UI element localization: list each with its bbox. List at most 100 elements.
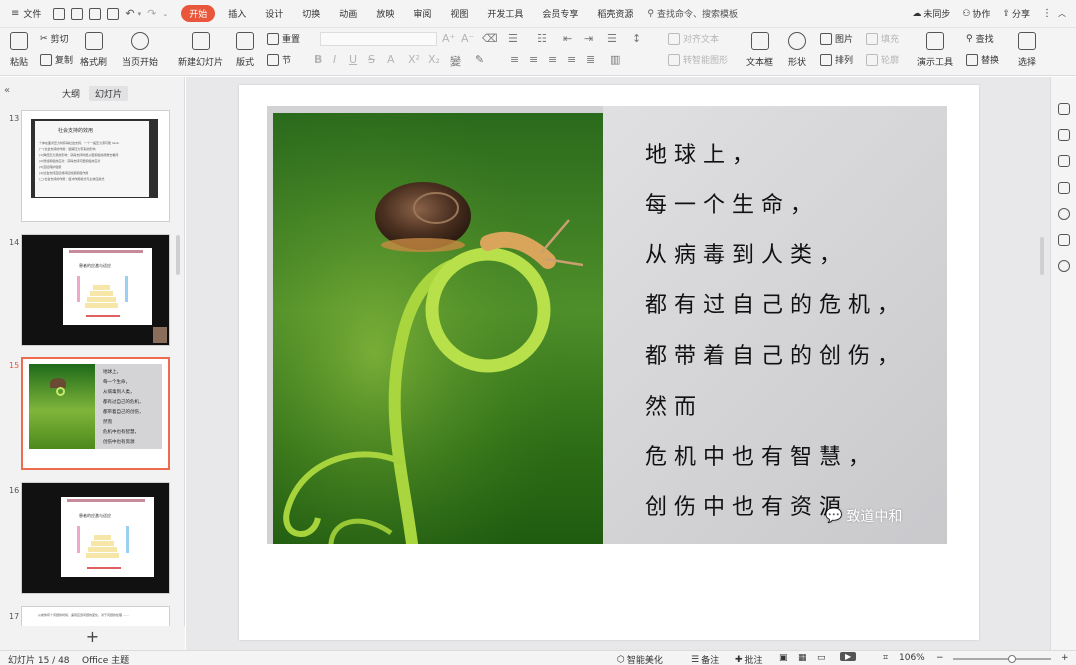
align-right-icon[interactable]: ≡: [548, 53, 557, 66]
tab-animations[interactable]: 动画: [339, 7, 357, 20]
align-center-icon[interactable]: ≡: [529, 53, 538, 66]
arrange-button[interactable]: 排列: [820, 53, 853, 66]
smart-beautify-button[interactable]: ⬡ 智能美化: [617, 653, 663, 665]
line-spacing-icon[interactable]: ☰: [607, 32, 617, 45]
properties-icon[interactable]: [1058, 129, 1070, 141]
slideshow-play-button[interactable]: ▶: [840, 652, 857, 661]
zoom-out-button[interactable]: −: [936, 653, 944, 663]
zoom-in-button[interactable]: +: [1061, 653, 1069, 663]
collapse-ribbon-icon[interactable]: ︿: [1058, 8, 1066, 19]
convert-smartart-button[interactable]: 转智能图形: [668, 53, 728, 66]
paste-button[interactable]: 粘贴: [10, 32, 28, 68]
tab-insert[interactable]: 插入: [228, 7, 246, 20]
layout-button[interactable]: 版式: [236, 32, 254, 68]
share-button[interactable]: ⇪ 分享: [1002, 7, 1030, 21]
slide-thumbnail-14[interactable]: 14 患者的应激与适应: [0, 234, 185, 346]
fit-window-icon[interactable]: ⌗: [883, 653, 888, 663]
location-icon[interactable]: [1058, 260, 1070, 272]
section-button[interactable]: 节: [267, 53, 291, 66]
tab-review[interactable]: 审阅: [413, 7, 431, 20]
distribute-icon[interactable]: ≣: [586, 53, 595, 66]
help-icon[interactable]: [1058, 208, 1070, 220]
format-painter-button[interactable]: 格式刷: [80, 32, 107, 68]
tab-slides[interactable]: 幻灯片: [89, 86, 129, 101]
subscript-icon[interactable]: X₂: [428, 53, 440, 66]
indent-decrease-icon[interactable]: ⇤: [563, 32, 572, 45]
copy-button[interactable]: 复制: [40, 53, 73, 66]
tab-transitions[interactable]: 切换: [302, 7, 320, 20]
font-name-select[interactable]: [320, 32, 437, 46]
tab-member[interactable]: 会员专享: [542, 7, 578, 20]
zoom-level[interactable]: 106%: [899, 653, 925, 663]
more-options-icon[interactable]: ⋮: [1042, 8, 1052, 19]
zoom-slider-thumb[interactable]: [1007, 655, 1016, 663]
collapse-panel-icon[interactable]: «: [4, 85, 10, 96]
menu-file[interactable]: 文件: [23, 7, 41, 20]
undo-dropdown-icon[interactable]: ▾: [138, 10, 142, 18]
select-button[interactable]: 选择: [1018, 32, 1036, 68]
reset-button[interactable]: 重置: [267, 32, 300, 45]
slide-thumbnail-16[interactable]: 16 患者的应激与适应: [0, 482, 185, 594]
slide-thumbnail-13[interactable]: 13 社会支持的效用 个体在面对压力时获得社会支持，一个一般压力源可能 Verb…: [0, 110, 185, 222]
thumbnail-scrollbar[interactable]: [176, 235, 180, 275]
strikethrough-icon[interactable]: S: [368, 53, 375, 66]
justify-icon[interactable]: ≡: [567, 53, 576, 66]
redo-icon[interactable]: ↷: [147, 7, 156, 20]
slide-canvas[interactable]: 地球上， 每一个生命， 从病毒到人类， 都有过自己的危机， 都带着自己的创伤， …: [186, 77, 1050, 650]
character-spacing-icon[interactable]: 變: [450, 53, 461, 69]
font-increase-icon[interactable]: A⁺: [442, 32, 455, 45]
textbox-button[interactable]: 文本框: [746, 32, 773, 68]
collaborate-button[interactable]: ⚇ 协作: [962, 7, 990, 21]
clear-format-icon[interactable]: ⌫: [482, 32, 498, 45]
slide-picture[interactable]: 地球上， 每一个生命， 从病毒到人类， 都有过自己的危机， 都带着自己的创伤， …: [267, 106, 947, 544]
transition-icon[interactable]: [1058, 182, 1070, 194]
save-icon[interactable]: [53, 7, 66, 20]
beautify-icon[interactable]: [1058, 103, 1070, 115]
export-icon[interactable]: [71, 7, 84, 20]
picture-button[interactable]: 图片: [820, 32, 853, 45]
undo-icon[interactable]: ↶: [125, 7, 134, 20]
tab-slideshow[interactable]: 放映: [376, 7, 394, 20]
fill-button[interactable]: 填充: [866, 32, 899, 45]
play-from-current-button[interactable]: 当页开始: [122, 32, 158, 68]
poem-text-area[interactable]: 地球上， 每一个生命， 从病毒到人类， 都有过自己的危机， 都带着自己的创伤， …: [603, 106, 947, 544]
notes-button[interactable]: ☰ 备注: [691, 653, 719, 665]
comments-button[interactable]: ✚ 批注: [735, 653, 763, 665]
tab-outline[interactable]: 大纲: [56, 86, 86, 101]
normal-view-icon[interactable]: ▣: [779, 653, 788, 663]
reading-view-icon[interactable]: ▭: [817, 653, 826, 663]
numbering-icon[interactable]: ☷: [537, 32, 547, 45]
font-color-icon[interactable]: A: [387, 53, 395, 66]
preview-icon[interactable]: [107, 7, 120, 20]
underline-icon[interactable]: U: [349, 53, 357, 66]
new-slide-button[interactable]: 新建幻灯片: [178, 32, 223, 68]
tab-home[interactable]: 开始: [181, 5, 216, 22]
columns-icon[interactable]: ▥: [610, 53, 620, 66]
command-search[interactable]: ⚲ 查找命令、搜索模板: [647, 7, 738, 21]
replace-button[interactable]: 替换: [966, 53, 999, 66]
bold-icon[interactable]: B: [314, 53, 322, 66]
indent-increase-icon[interactable]: ⇥: [584, 32, 593, 45]
tab-design[interactable]: 设计: [265, 7, 283, 20]
canvas-scrollbar[interactable]: [1040, 237, 1044, 275]
presenter-tools-button[interactable]: 演示工具: [917, 32, 953, 68]
animation-icon[interactable]: [1058, 155, 1070, 167]
slide-thumbnail-15[interactable]: 15 地球上， 每一个生命， 从病毒到人类， 都有过自己的危机， 都带着自己的创…: [0, 357, 185, 470]
add-slide-button[interactable]: +: [0, 626, 185, 650]
menu-icon[interactable]: ≡: [11, 8, 19, 19]
backup-icon[interactable]: [1058, 234, 1070, 246]
text-direction-icon[interactable]: ↕: [632, 32, 641, 45]
shape-button[interactable]: 形状: [788, 32, 806, 68]
italic-icon[interactable]: I: [333, 53, 336, 66]
align-text-button[interactable]: 对齐文本: [668, 32, 719, 45]
current-slide[interactable]: 地球上， 每一个生命， 从病毒到人类， 都有过自己的危机， 都带着自己的创伤， …: [239, 85, 979, 640]
font-decrease-icon[interactable]: A⁻: [461, 32, 474, 45]
zoom-slider[interactable]: [953, 655, 1051, 663]
align-left-icon[interactable]: ≡: [510, 53, 519, 66]
outline-button[interactable]: 轮廓: [866, 53, 899, 66]
superscript-icon[interactable]: X²: [408, 53, 420, 66]
sync-status[interactable]: ☁ 未同步: [912, 7, 950, 21]
tab-view[interactable]: 视图: [450, 7, 468, 20]
bullets-icon[interactable]: ☰: [508, 32, 518, 45]
highlight-icon[interactable]: ✎: [475, 53, 484, 66]
